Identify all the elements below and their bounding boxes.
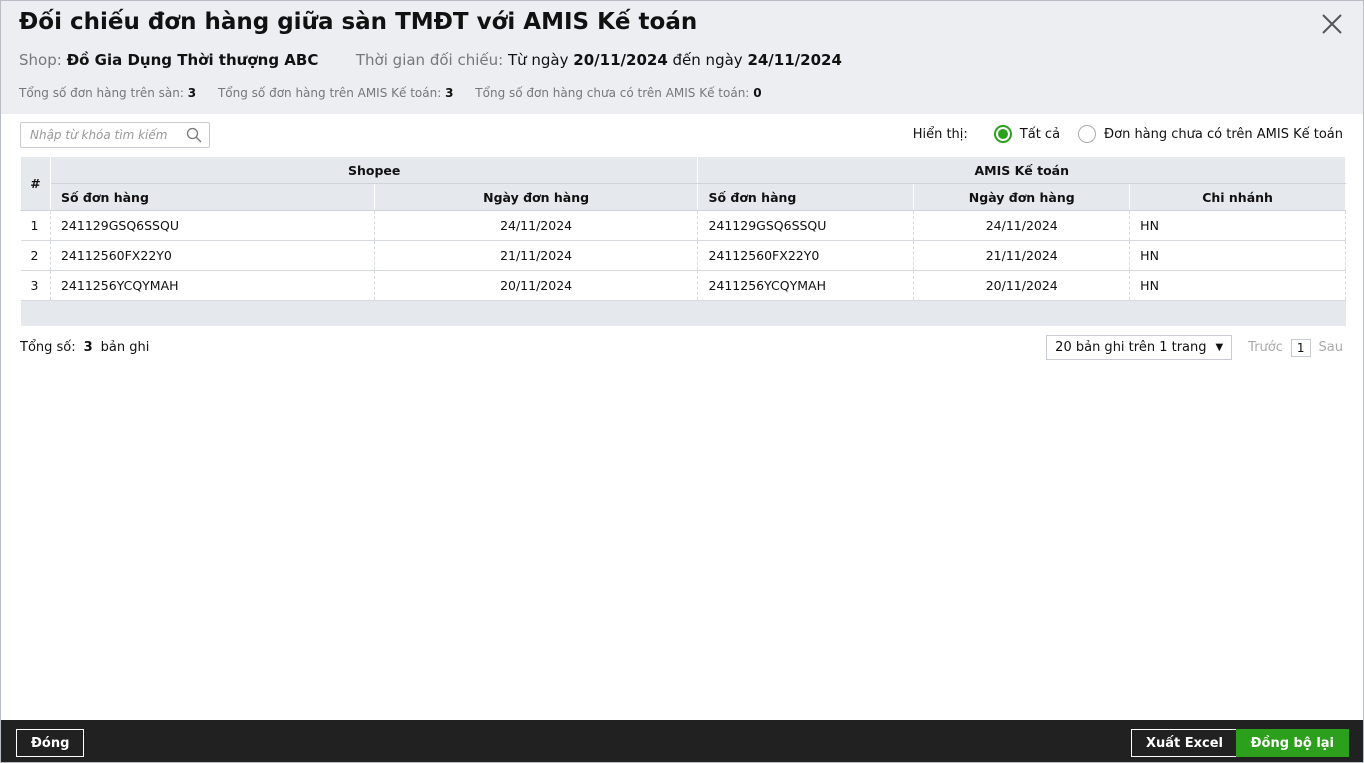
page-size-select[interactable]: 20 bản ghi trên 1 trang ▼ bbox=[1046, 335, 1233, 360]
search-input[interactable] bbox=[21, 123, 181, 147]
close-icon[interactable] bbox=[1321, 13, 1343, 35]
caret-down-icon: ▼ bbox=[1215, 342, 1224, 353]
table-cell: 2 bbox=[20, 240, 51, 271]
stats: Tổng số đơn hàng trên sàn: 3 Tổng số đơn… bbox=[19, 86, 762, 100]
export-excel-button[interactable]: Xuất Excel bbox=[1130, 729, 1238, 757]
dialog-header: Đối chiếu đơn hàng giữa sàn TMĐT với AMI… bbox=[1, 1, 1363, 114]
pager: 20 bản ghi trên 1 trang ▼ Trước 1 Sau bbox=[1046, 335, 1343, 360]
prev-button[interactable]: Trước bbox=[1248, 340, 1283, 355]
table-cell: 24/11/2024 bbox=[913, 210, 1131, 241]
table-cell: 241129GSQ6SSQU bbox=[697, 210, 915, 241]
next-button[interactable]: Sau bbox=[1319, 340, 1343, 355]
table-cell: 21/11/2024 bbox=[913, 240, 1131, 271]
orders-table: # Shopee AMIS Kế toán Số đơn hàng Ngày đơn … bbox=[20, 156, 1346, 326]
table-cell: 24112560FX22Y0 bbox=[50, 240, 375, 271]
table-cell: HN bbox=[1129, 210, 1346, 241]
page-number[interactable]: 1 bbox=[1290, 338, 1311, 357]
table-cell: 24112560FX22Y0 bbox=[697, 240, 915, 271]
table-row[interactable]: 2 24112560FX22Y0 21/11/2024 24112560FX22Y0 2… bbox=[20, 240, 1346, 271]
display-filter: Hiển thị: Tất cả Đơn hàng chưa có trên A… bbox=[912, 125, 1343, 143]
close-button[interactable]: Đóng bbox=[16, 729, 85, 757]
resync-button[interactable]: Đồng bộ lại bbox=[1235, 729, 1349, 757]
dialog-title: Đối chiếu đơn hàng giữa sàn TMĐT với AMI… bbox=[19, 9, 698, 35]
table-summary-row bbox=[20, 300, 1346, 326]
total-records: Tổng số: 3 bản ghi bbox=[20, 340, 150, 355]
table-cell: 24/11/2024 bbox=[374, 210, 699, 241]
table-cell: HN bbox=[1129, 270, 1346, 301]
table-cell: 2411256YCQYMAH bbox=[50, 270, 375, 301]
table-cell: 21/11/2024 bbox=[374, 240, 699, 271]
reconcile-dialog: Đối chiếu đơn hàng giữa sàn TMĐT với AMI… bbox=[0, 0, 1364, 763]
shop-info: Shop: Đồ Gia Dụng Thời thượng ABC Thời g… bbox=[19, 51, 842, 69]
table-cell: 2411256YCQYMAH bbox=[697, 270, 915, 301]
search-box bbox=[20, 122, 210, 148]
search-icon[interactable] bbox=[186, 127, 202, 143]
radio-all[interactable]: Tất cả bbox=[993, 125, 1060, 143]
radio-missing[interactable]: Đơn hàng chưa có trên AMIS Kế toán bbox=[1078, 125, 1343, 143]
table-row[interactable]: 1 241129GSQ6SSQU 24/11/2024 241129GSQ6SSQU 2… bbox=[20, 210, 1346, 241]
table-cell: HN bbox=[1129, 240, 1346, 271]
table-cell: 20/11/2024 bbox=[374, 270, 699, 301]
table-cell: 3 bbox=[20, 270, 51, 301]
dialog-footer: Đóng Xuất Excel Đồng bộ lại bbox=[1, 720, 1363, 762]
table-row[interactable]: 3 2411256YCQYMAH 20/11/2024 2411256YCQYMAH 2… bbox=[20, 270, 1346, 301]
table-cell: 20/11/2024 bbox=[913, 270, 1131, 301]
table-cell: 241129GSQ6SSQU bbox=[50, 210, 375, 241]
table-cell: 1 bbox=[20, 210, 51, 241]
